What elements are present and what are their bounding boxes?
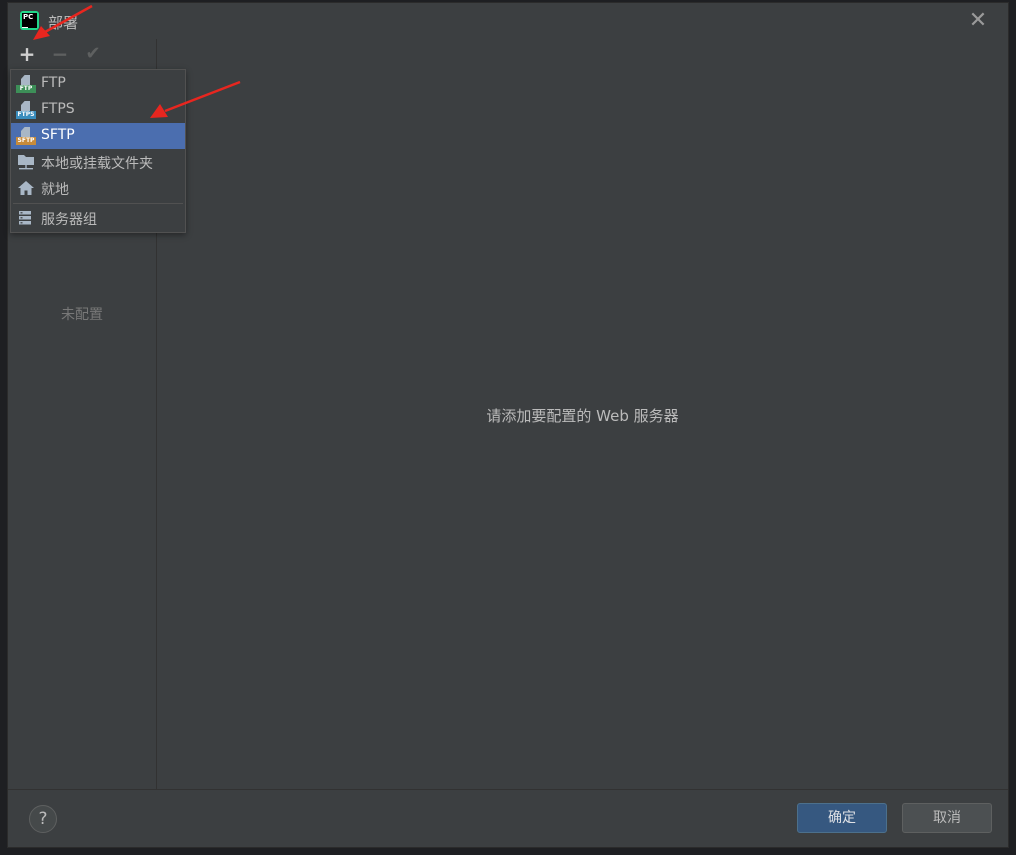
title-bar: PC 部署 ✕ (8, 3, 1008, 39)
menu-item-label: 本地或挂载文件夹 (41, 156, 153, 172)
ok-button[interactable]: 确定 (797, 803, 887, 833)
menu-item-label: SFTP (41, 127, 75, 143)
menu-item-local-folder[interactable]: 本地或挂载文件夹 (11, 149, 185, 175)
menu-item-server-group[interactable]: 服务器组 (11, 205, 185, 231)
close-icon[interactable]: ✕ (966, 9, 990, 33)
network-folder-icon (16, 152, 36, 172)
menu-item-label: 就地 (41, 182, 69, 198)
menu-item-sftp[interactable]: SFTP SFTP (11, 123, 185, 149)
menu-item-ftps[interactable]: FTPS FTPS (11, 97, 185, 123)
menu-item-in-place[interactable]: 就地 (11, 175, 185, 201)
cancel-button[interactable]: 取消 (902, 803, 992, 833)
add-server-button[interactable]: + (16, 43, 38, 65)
ftps-icon: FTPS (16, 100, 36, 120)
remove-server-button[interactable]: − (49, 43, 71, 65)
server-group-icon (16, 208, 36, 228)
sftp-icon: SFTP (16, 126, 36, 146)
menu-item-ftp[interactable]: FTP FTP (11, 71, 185, 97)
pycharm-icon: PC (20, 11, 39, 30)
empty-list-label: 未配置 (61, 307, 103, 323)
menu-item-label: FTP (41, 75, 66, 91)
footer-divider (8, 789, 1008, 790)
home-icon (16, 178, 36, 198)
window-title: 部署 (48, 14, 79, 32)
menu-separator (13, 203, 183, 204)
add-server-menu: FTP FTP FTPS FTPS SFTP SFTP 本地或挂载文件夹 就地 … (10, 69, 186, 233)
menu-item-label: FTPS (41, 101, 75, 117)
empty-state-message: 请添加要配置的 Web 服务器 (486, 407, 679, 425)
ftp-icon: FTP (16, 74, 36, 94)
menu-item-label: 服务器组 (41, 212, 97, 228)
help-button[interactable]: ? (29, 805, 57, 833)
sidebar-toolbar: + − ✔ (8, 39, 156, 69)
set-default-button[interactable]: ✔ (82, 43, 104, 65)
